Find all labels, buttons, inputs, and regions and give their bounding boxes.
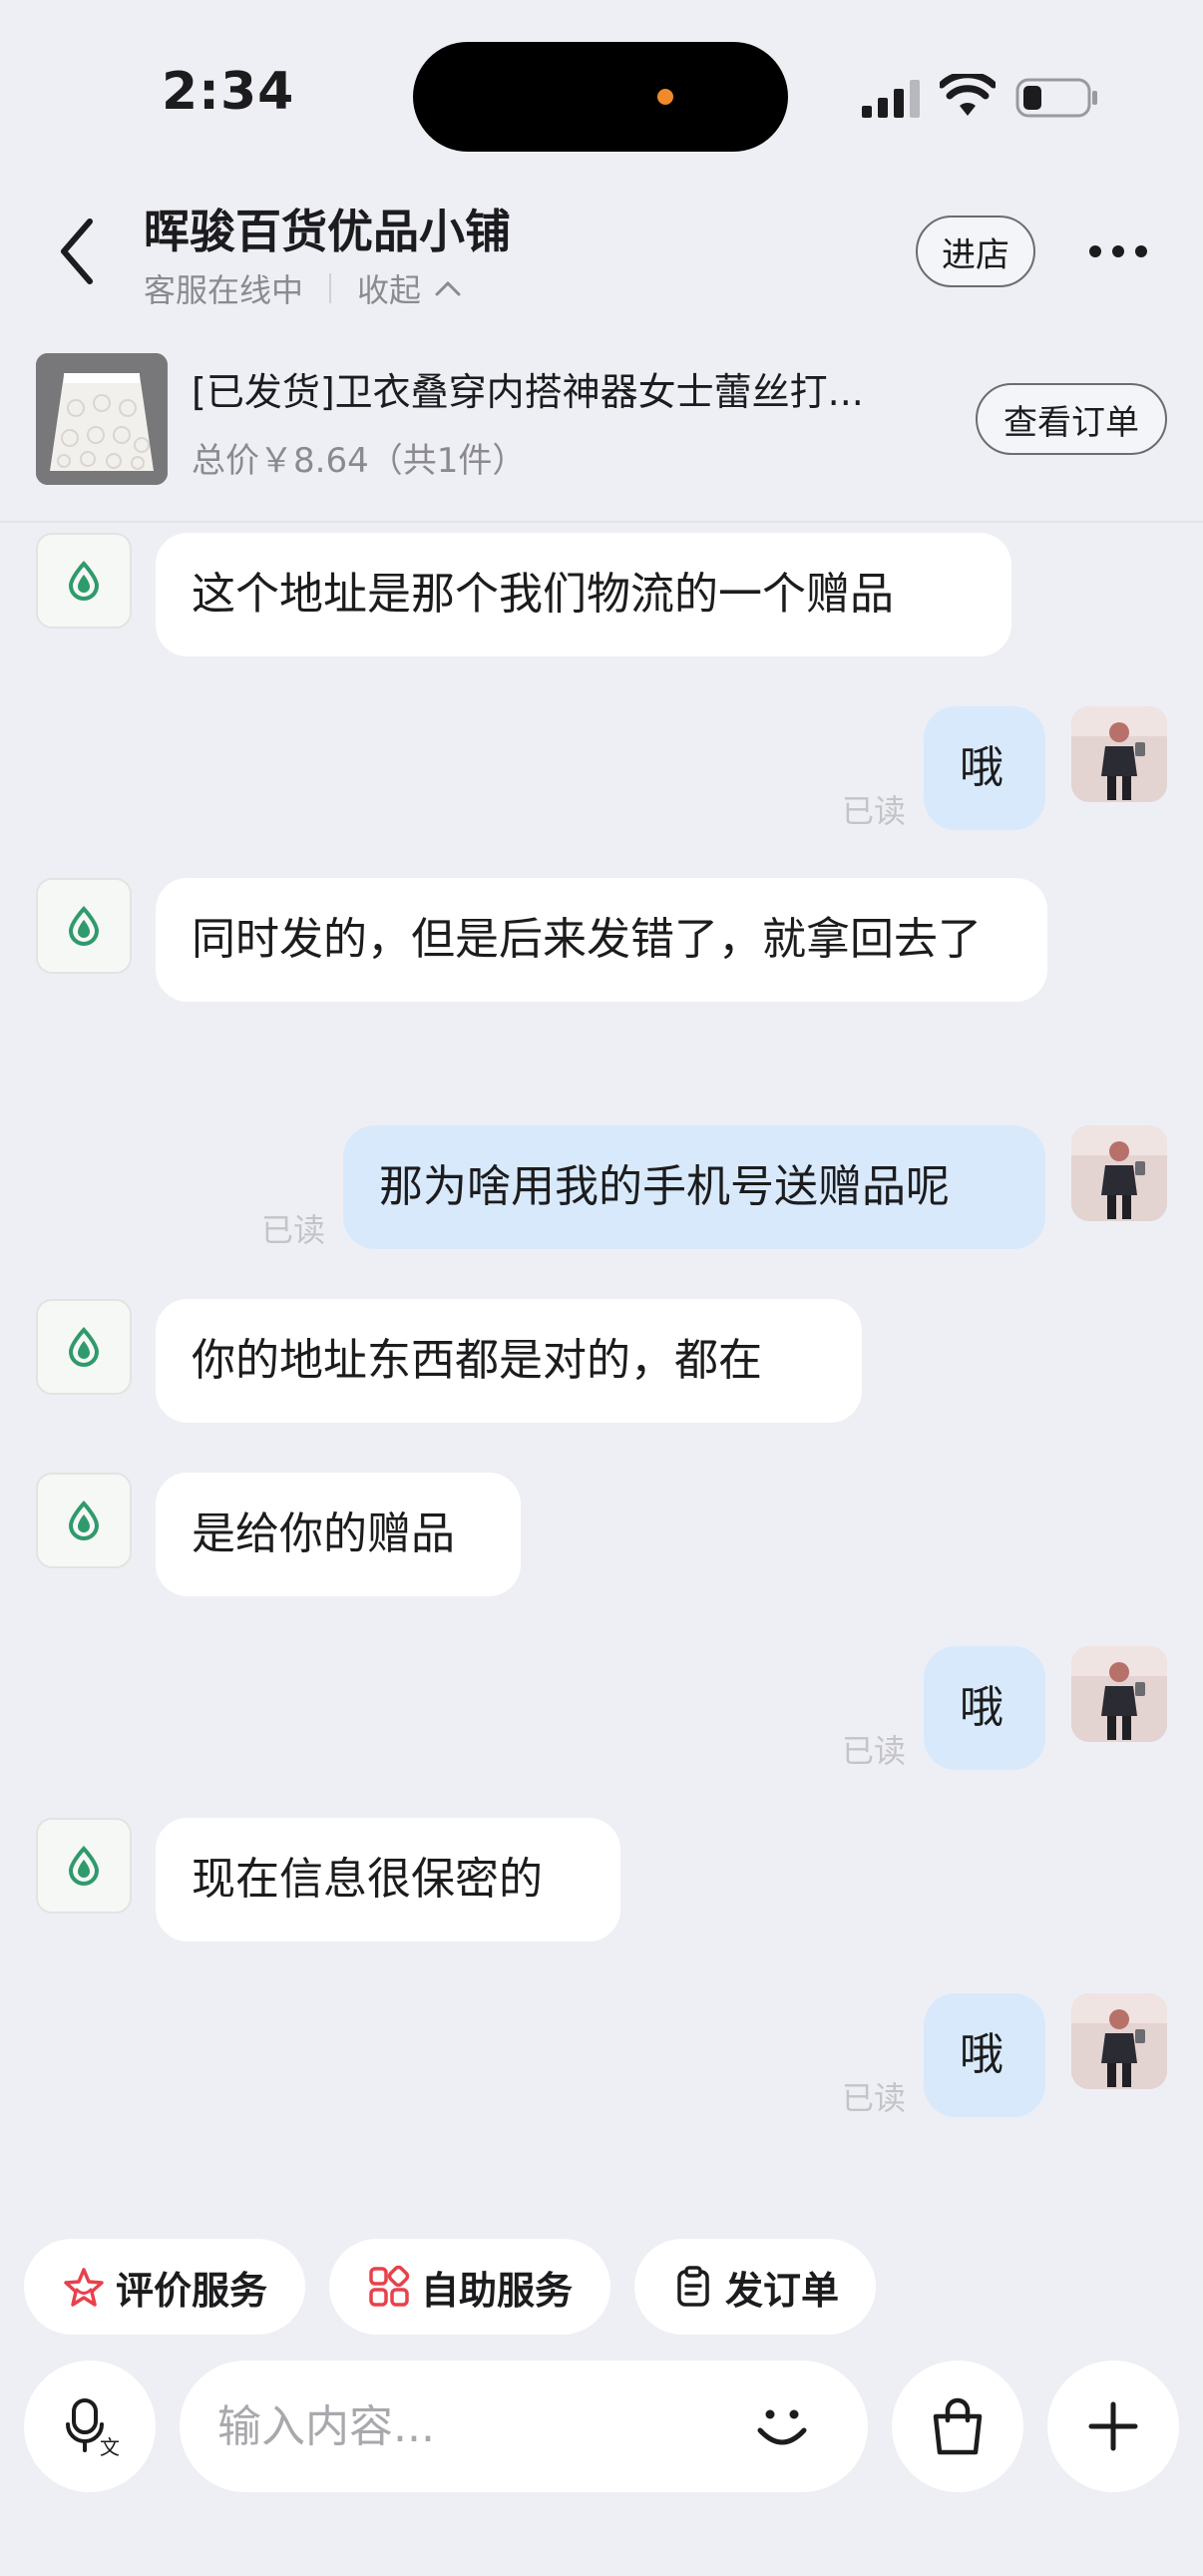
- more-options-icon[interactable]: [1087, 239, 1149, 263]
- shopping-bag-button[interactable]: [892, 2361, 1023, 2492]
- message-bubble-incoming[interactable]: 是给你的赠品: [156, 1473, 521, 1596]
- voice-input-button[interactable]: 文: [24, 2361, 156, 2492]
- shop-avatar[interactable]: [36, 878, 132, 974]
- message-bubble-outgoing[interactable]: 那为啥用我的手机号送赠品呢: [343, 1125, 1045, 1249]
- shop-logo-icon: [68, 1501, 100, 1540]
- shop-logo-icon: [68, 906, 100, 946]
- shopping-bag-icon: [933, 2397, 983, 2455]
- enter-store-button[interactable]: 进店: [916, 215, 1035, 287]
- cellular-signal-icon: [862, 80, 920, 118]
- view-order-button[interactable]: 查看订单: [976, 383, 1167, 455]
- rate-service-button[interactable]: 评价服务: [24, 2239, 305, 2335]
- emoji-icon[interactable]: [746, 2390, 818, 2462]
- grid-icon: [369, 2265, 410, 2307]
- message-bubble-incoming[interactable]: 现在信息很保密的: [156, 1818, 620, 1941]
- plus-icon: [1088, 2401, 1138, 2451]
- status-separator: [329, 273, 332, 303]
- chevron-up-icon: [435, 280, 461, 296]
- wifi-icon: [940, 74, 996, 116]
- order-price: 总价￥8.64（共1件）: [192, 441, 527, 481]
- user-avatar[interactable]: [1071, 706, 1167, 802]
- message-input-box[interactable]: [180, 2361, 868, 2492]
- clipboard-icon: [677, 2266, 709, 2307]
- shop-avatar[interactable]: [36, 1473, 132, 1568]
- self-service-label: 自助服务: [420, 2268, 573, 2313]
- status-time: 2:34: [162, 62, 295, 122]
- rate-service-label: 评价服务: [115, 2268, 267, 2313]
- message-bubble-outgoing[interactable]: 哦: [924, 1646, 1045, 1770]
- shop-avatar[interactable]: [36, 1299, 132, 1395]
- send-order-button[interactable]: 发订单: [634, 2239, 876, 2335]
- read-receipt: 已读: [261, 1211, 326, 1249]
- back-icon[interactable]: [52, 212, 102, 291]
- product-thumbnail[interactable]: [36, 353, 168, 485]
- order-title[interactable]: [已发货]卫衣叠穿内搭神器女士蕾丝打...: [192, 361, 950, 416]
- read-receipt: 已读: [842, 792, 907, 830]
- microphone-translate-icon: 文: [66, 2398, 120, 2458]
- shop-name[interactable]: 晖骏百货优品小铺: [144, 196, 511, 261]
- shop-status-row: 客服在线中 收起: [144, 265, 463, 311]
- collapse-toggle[interactable]: 收起: [357, 265, 463, 311]
- shop-logo-icon: [68, 1846, 100, 1886]
- user-avatar-image: [1071, 1993, 1167, 2089]
- message-bubble-incoming[interactable]: 同时发的，但是后来发错了，就拿回去了: [156, 878, 1047, 1002]
- lace-skirt-image: [36, 353, 168, 485]
- svg-text:文: 文: [100, 2435, 120, 2458]
- send-order-label: 发订单: [724, 2268, 839, 2313]
- message-bubble-outgoing[interactable]: 哦: [924, 1993, 1045, 2117]
- message-bubble-incoming[interactable]: 你的地址东西都是对的，都在: [156, 1299, 862, 1423]
- self-service-button[interactable]: 自助服务: [329, 2239, 610, 2335]
- message-bubble-incoming[interactable]: 这个地址是那个我们物流的一个赠品: [156, 533, 1011, 656]
- shop-avatar[interactable]: [36, 1818, 132, 1914]
- user-avatar[interactable]: [1071, 1993, 1167, 2089]
- header-divider: [0, 521, 1203, 523]
- user-avatar-image: [1071, 1125, 1167, 1221]
- read-receipt: 已读: [842, 2079, 907, 2117]
- star-icon: [64, 2268, 104, 2307]
- more-actions-button[interactable]: [1047, 2361, 1179, 2492]
- shop-avatar[interactable]: [36, 533, 132, 629]
- privacy-indicator-dot: [657, 89, 673, 105]
- user-avatar-image: [1071, 1646, 1167, 1742]
- shop-logo-icon: [68, 1327, 100, 1367]
- message-input[interactable]: [217, 2390, 716, 2462]
- collapse-label: 收起: [357, 271, 422, 309]
- dynamic-island: [413, 42, 788, 152]
- message-bubble-outgoing[interactable]: 哦: [924, 706, 1045, 830]
- user-avatar[interactable]: [1071, 1646, 1167, 1742]
- read-receipt: 已读: [842, 1732, 907, 1770]
- battery-icon: [1015, 78, 1097, 118]
- service-status: 客服在线中: [144, 271, 304, 309]
- shop-logo-icon: [68, 561, 100, 601]
- user-avatar[interactable]: [1071, 1125, 1167, 1221]
- user-avatar-image: [1071, 706, 1167, 802]
